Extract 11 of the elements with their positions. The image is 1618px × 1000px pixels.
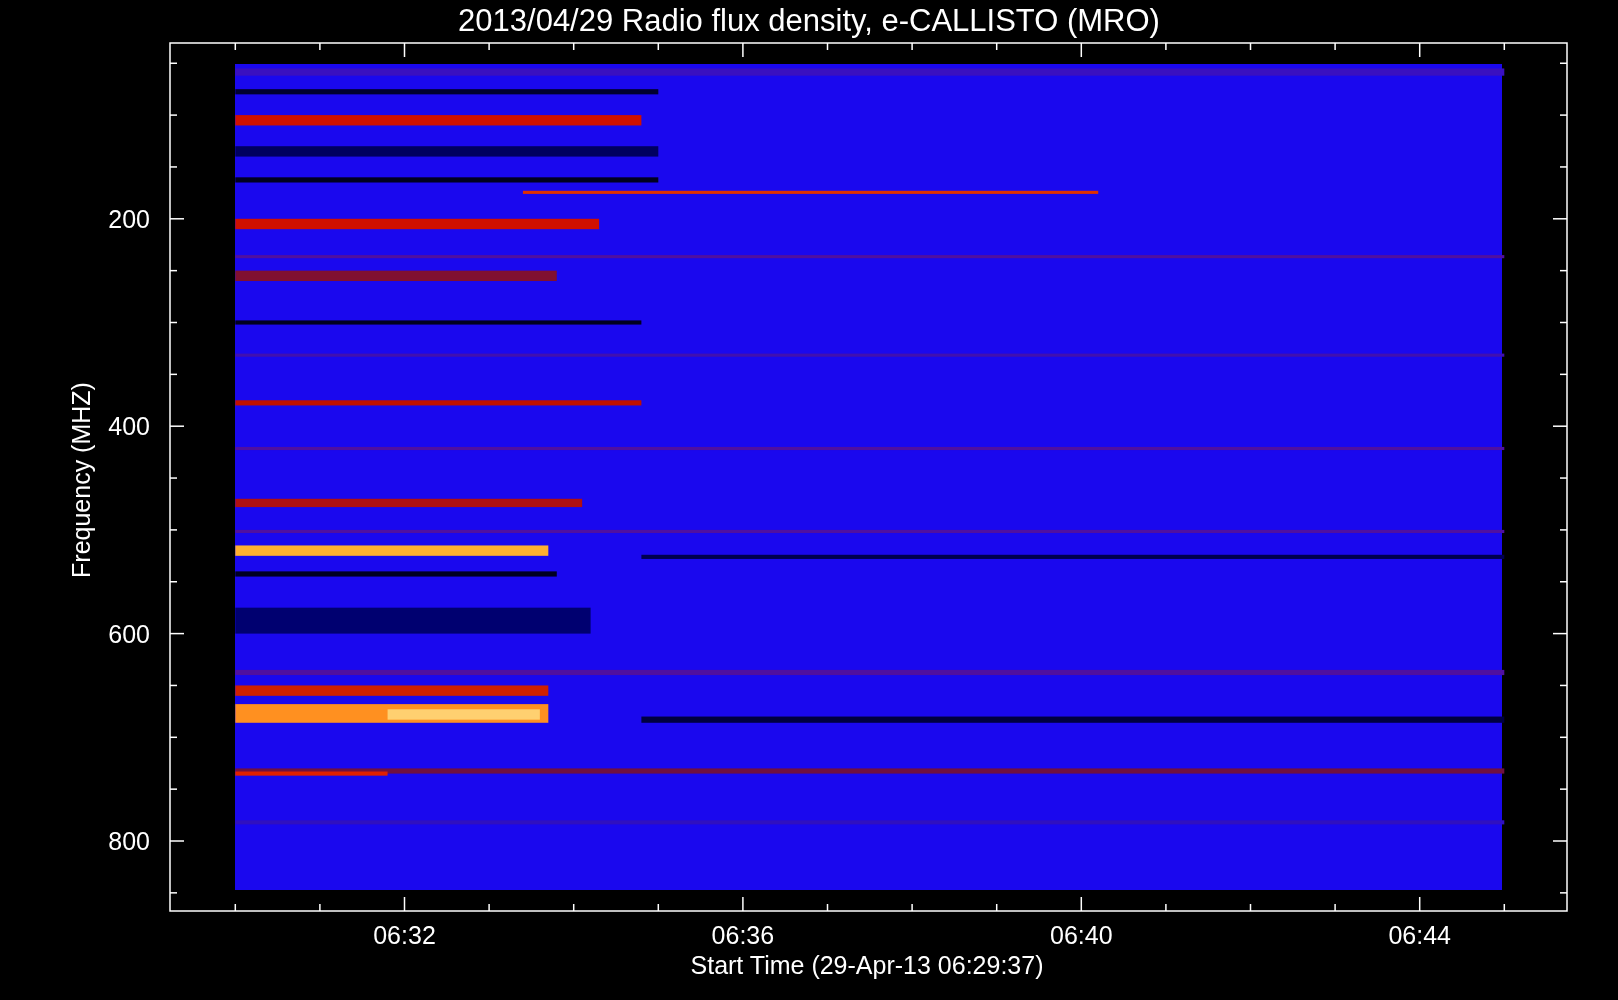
- axis-tick-label: 06:40: [1050, 921, 1113, 949]
- axis-tick-label: 200: [108, 204, 150, 233]
- axis-tick-label: 400: [108, 412, 150, 441]
- axis-tick-label: 800: [108, 827, 150, 855]
- axis-title: Frequency (MHZ): [67, 382, 95, 578]
- axis-tick-label: 600: [108, 619, 150, 648]
- axis-tick-label: 06:32: [373, 921, 436, 949]
- chart-title: 2013/04/29 Radio flux density, e-CALLISTO (MRO): [458, 3, 1160, 38]
- axis-tick-label: 06:36: [711, 921, 775, 949]
- axis-tick-label: 06:44: [1388, 921, 1451, 949]
- axis-title: Start Time (29-Apr-13 06:29:37): [690, 951, 1044, 979]
